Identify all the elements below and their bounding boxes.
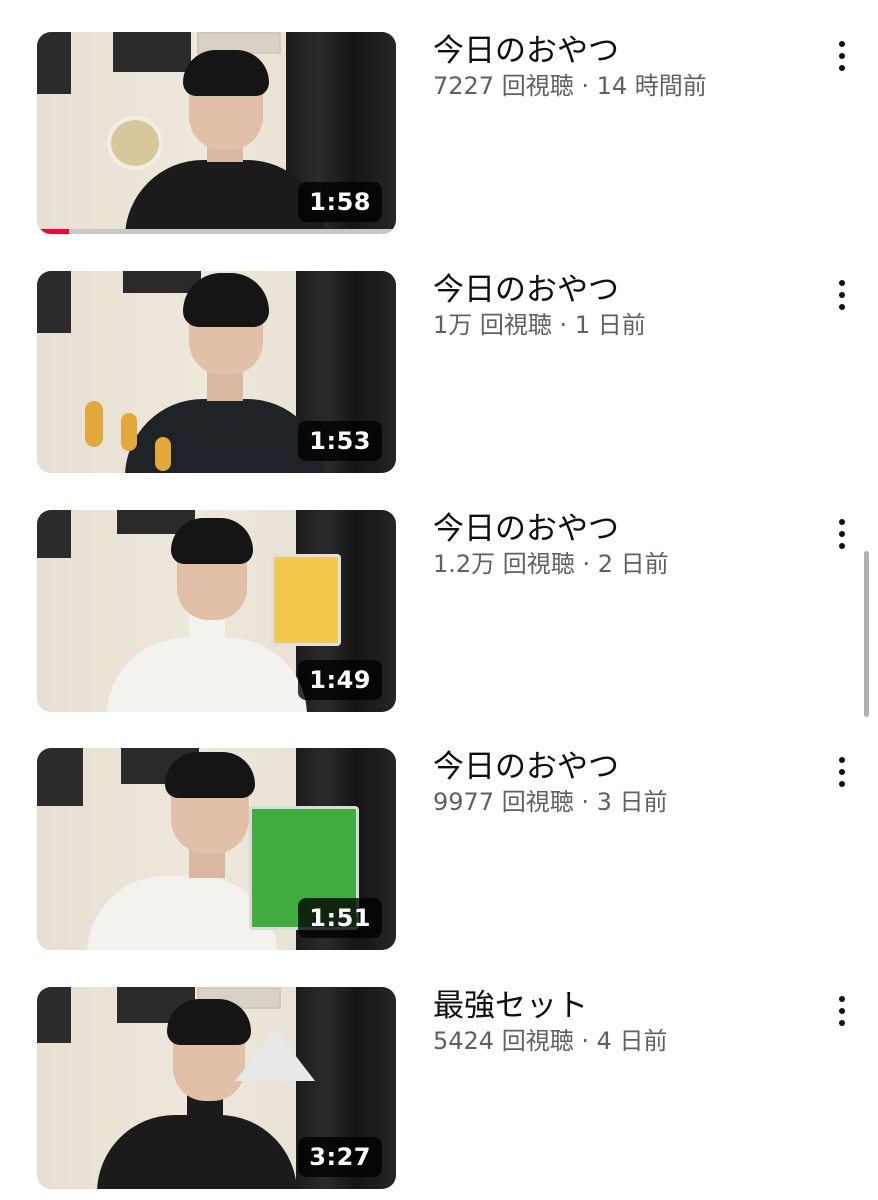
video-meta: 1.2万 回視聴 · 2 日前 [433,548,669,580]
video-meta: 1万 回視聴 · 1 日前 [433,309,646,341]
video-thumbnail[interactable]: 1:53 [37,271,396,473]
person-hair [183,50,269,96]
video-item[interactable]: 1:58 今日のおやつ 7227 回視聴 · 14 時間前 [0,32,878,236]
video-item[interactable]: 1:53 今日のおやつ 1万 回視聴 · 1 日前 [0,271,878,475]
video-item[interactable]: 3:27 最強セット 5424 回視聴 · 4 日前 [0,987,878,1191]
more-vertical-icon[interactable] [826,993,858,1029]
snack-item [85,401,103,447]
video-thumbnail[interactable]: 1:49 [37,510,396,712]
view-count: 7227 回視聴 [433,72,574,100]
snack-item [235,1029,315,1081]
meta-separator: · [582,550,591,578]
video-title[interactable]: 今日のおやつ [433,32,619,70]
wall-frame [113,32,191,72]
person-hair [171,518,253,564]
snack-item [107,116,163,170]
view-count: 5424 回視聴 [433,1027,574,1055]
wall-frame [37,748,83,806]
wall-frame [37,510,71,558]
wall-frame [37,987,71,1043]
duration-badge: 1:51 [298,898,382,938]
meta-separator: · [559,311,568,339]
person-neck [207,371,243,401]
video-meta: 9977 回視聴 · 3 日前 [433,786,668,818]
view-count: 1.2万 回視聴 [433,550,575,578]
meta-separator: · [581,788,589,816]
video-meta: 7227 回視聴 · 14 時間前 [433,70,707,102]
view-count: 9977 回視聴 [433,788,574,816]
video-title[interactable]: 最強セット [433,987,588,1025]
snack-item [271,554,341,646]
video-thumbnail[interactable]: 1:58 [37,32,396,234]
scrollbar[interactable] [864,551,869,717]
more-vertical-icon[interactable] [826,38,858,74]
video-title[interactable]: 今日のおやつ [433,510,619,548]
snack-item [121,413,137,451]
watch-progress-fill [37,229,70,234]
wall-frame [37,32,71,94]
wall-frame [37,271,71,333]
video-thumbnail[interactable]: 3:27 [37,987,396,1189]
video-title[interactable]: 今日のおやつ [433,748,619,786]
video-meta: 5424 回視聴 · 4 日前 [433,1025,668,1057]
duration-badge: 1:58 [298,182,382,222]
duration-badge: 1:49 [298,660,382,700]
more-vertical-icon[interactable] [826,516,858,552]
upload-age: 1 日前 [574,311,646,339]
video-item[interactable]: 1:49 今日のおやつ 1.2万 回視聴 · 2 日前 [0,510,878,714]
duration-badge: 3:27 [298,1137,382,1177]
video-thumbnail[interactable]: 1:51 [37,748,396,950]
video-item[interactable]: 1:51 今日のおやつ 9977 回視聴 · 3 日前 [0,748,878,952]
video-title[interactable]: 今日のおやつ [433,271,619,309]
more-vertical-icon[interactable] [826,754,858,790]
watch-progress-bar [37,229,396,234]
more-vertical-icon[interactable] [826,277,858,313]
snack-item [155,437,171,471]
view-count: 1万 回視聴 [433,311,552,339]
meta-separator: · [581,72,589,100]
upload-age: 2 日前 [597,550,669,578]
upload-age: 14 時間前 [596,72,707,100]
duration-badge: 1:53 [298,421,382,461]
person-hair [165,752,255,798]
upload-age: 4 日前 [596,1027,668,1055]
upload-age: 3 日前 [596,788,668,816]
meta-separator: · [581,1027,589,1055]
